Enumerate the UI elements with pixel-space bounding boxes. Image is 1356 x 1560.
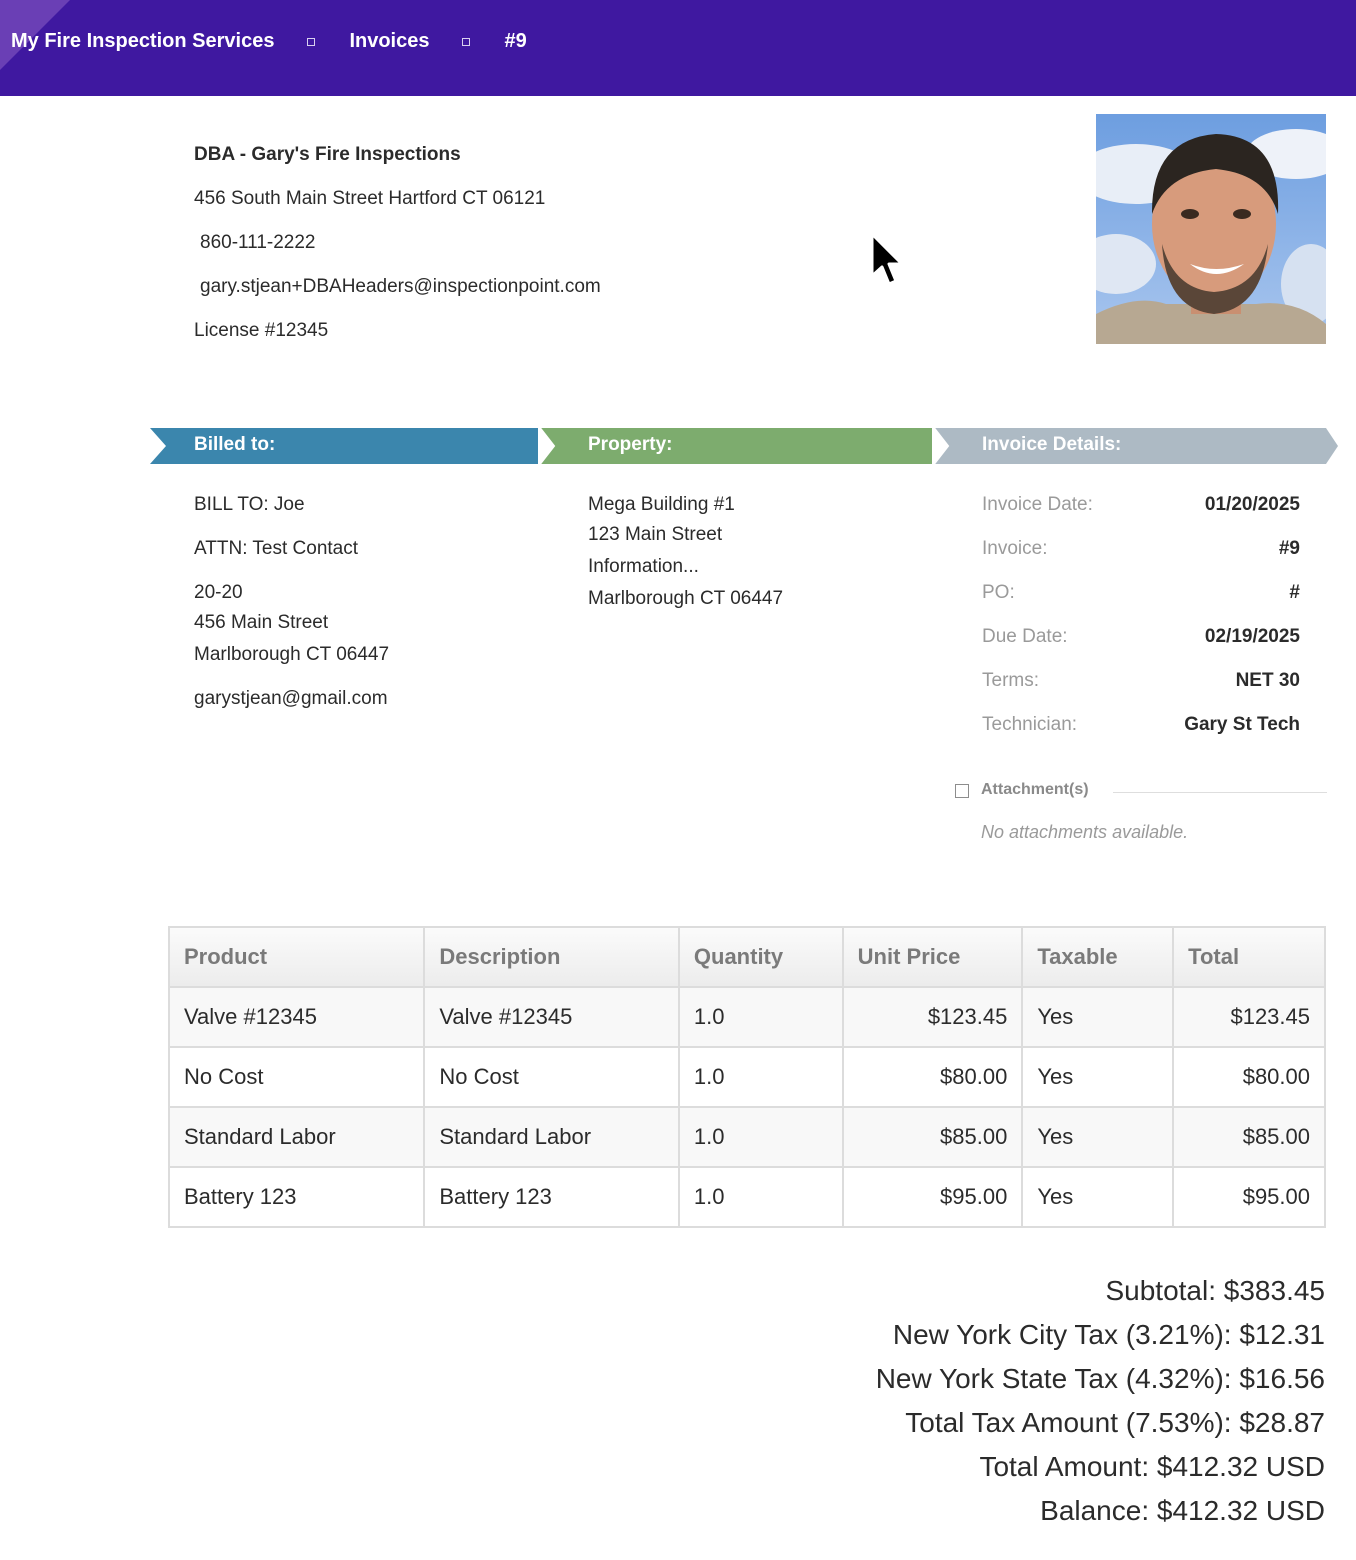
table-row: Battery 123 Battery 123 1.0 $95.00 Yes $… bbox=[167, 1166, 1326, 1228]
bill-to-line3: Marlborough CT 06447 bbox=[194, 644, 390, 665]
top-bar: My Fire Inspection Services Invoices #9 bbox=[0, 0, 1356, 96]
property-heading: Property: bbox=[588, 434, 673, 455]
attachments-title: Attachment(s) bbox=[981, 781, 1089, 798]
cell-unit-price: $85.00 bbox=[841, 1106, 1024, 1168]
attachments-checkbox[interactable] bbox=[955, 784, 969, 798]
cell-total: $95.00 bbox=[1172, 1166, 1326, 1228]
column-header-product[interactable]: Product bbox=[167, 926, 426, 988]
cell-quantity: 1.0 bbox=[677, 1046, 844, 1108]
column-header-quantity[interactable]: Quantity bbox=[677, 926, 844, 988]
cell-total: $80.00 bbox=[1172, 1046, 1326, 1108]
detail-value: # bbox=[1289, 582, 1300, 603]
detail-label: PO: bbox=[982, 582, 1015, 603]
bill-to-email[interactable]: garystjean@gmail.com bbox=[194, 688, 388, 710]
company-address: 456 South Main Street Hartford CT 06121 bbox=[194, 188, 546, 209]
cell-quantity: 1.0 bbox=[677, 1166, 844, 1228]
table-row: Valve #12345 Valve #12345 1.0 $123.45 Ye… bbox=[167, 986, 1326, 1048]
detail-label: Invoice: bbox=[982, 538, 1048, 559]
detail-label: Invoice Date: bbox=[982, 494, 1093, 515]
detail-value: 02/19/2025 bbox=[1204, 626, 1300, 647]
cell-product: No Cost bbox=[167, 1046, 426, 1108]
cell-unit-price: $123.45 bbox=[841, 986, 1024, 1048]
cell-total: $123.45 bbox=[1172, 986, 1326, 1048]
breadcrumb-separator-icon bbox=[462, 37, 471, 46]
bill-to-attn: ATTN: Test Contact bbox=[194, 538, 359, 559]
cell-product: Battery 123 bbox=[167, 1166, 426, 1228]
column-header-unit-price[interactable]: Unit Price bbox=[841, 926, 1024, 988]
cell-description: Valve #12345 bbox=[423, 986, 680, 1048]
totals-summary: Subtotal: $383.45 New York City Tax (3.2… bbox=[876, 1274, 1325, 1538]
property-line4: Marlborough CT 06447 bbox=[588, 588, 784, 609]
detail-value: #9 bbox=[1278, 538, 1300, 559]
property-line1: Mega Building #1 bbox=[588, 494, 735, 515]
cell-product: Standard Labor bbox=[167, 1106, 426, 1168]
detail-value: NET 30 bbox=[1235, 670, 1300, 691]
detail-value: 01/20/2025 bbox=[1204, 494, 1300, 515]
detail-row-technician: Technician: Gary St Tech bbox=[982, 714, 1300, 738]
table-row: No Cost No Cost 1.0 $80.00 Yes $80.00 bbox=[167, 1046, 1326, 1108]
cell-description: Battery 123 bbox=[423, 1166, 680, 1228]
column-header-description[interactable]: Description bbox=[423, 926, 680, 988]
bill-to-line1: 20-20 bbox=[194, 582, 243, 603]
cell-description: No Cost bbox=[423, 1046, 680, 1108]
total-amount: Total Amount: $412.32 USD bbox=[979, 1451, 1325, 1482]
bill-to-name: BILL TO: Joe bbox=[194, 494, 305, 515]
company-name: DBA - Gary's Fire Inspections bbox=[194, 144, 461, 165]
company-email[interactable]: gary.stjean+DBAHeaders@inspectionpoint.c… bbox=[200, 276, 601, 298]
technician-photo bbox=[1096, 114, 1326, 344]
breadcrumb-home[interactable]: My Fire Inspection Services bbox=[11, 30, 274, 53]
detail-row-invoice: Invoice: #9 bbox=[982, 538, 1300, 562]
billed-to-ribbon: Billed to: bbox=[150, 428, 540, 464]
cell-unit-price: $80.00 bbox=[841, 1046, 1024, 1108]
detail-row-due-date: Due Date: 02/19/2025 bbox=[982, 626, 1300, 650]
detail-row-invoice-date: Invoice Date: 01/20/2025 bbox=[982, 494, 1300, 518]
table-row: Standard Labor Standard Labor 1.0 $85.00… bbox=[167, 1106, 1326, 1168]
line-items-table: Product Description Quantity Unit Price … bbox=[167, 926, 1326, 1228]
breadcrumb-invoices[interactable]: Invoices bbox=[349, 30, 429, 53]
invoice-details-ribbon: Invoice Details: bbox=[932, 428, 1338, 464]
detail-row-po: PO: # bbox=[982, 582, 1300, 606]
attachments-divider bbox=[1113, 792, 1327, 793]
cell-product: Valve #12345 bbox=[167, 986, 426, 1048]
property-ribbon: Property: bbox=[538, 428, 934, 464]
billed-to-heading: Billed to: bbox=[194, 434, 276, 455]
cell-taxable: Yes bbox=[1021, 1166, 1175, 1228]
breadcrumb: My Fire Inspection Services Invoices #9 bbox=[11, 30, 527, 53]
detail-label: Technician: bbox=[982, 714, 1078, 735]
balance: Balance: $412.32 USD bbox=[1040, 1495, 1325, 1526]
company-phone: 860-111-2222 bbox=[200, 232, 316, 253]
cell-taxable: Yes bbox=[1021, 1106, 1175, 1168]
bill-to-line2: 456 Main Street bbox=[194, 612, 329, 633]
column-header-total[interactable]: Total bbox=[1172, 926, 1326, 988]
cell-unit-price: $95.00 bbox=[841, 1166, 1024, 1228]
table-header-row: Product Description Quantity Unit Price … bbox=[167, 926, 1326, 988]
detail-label: Due Date: bbox=[982, 626, 1068, 647]
total-tax: Total Tax Amount (7.53%): $28.87 bbox=[905, 1407, 1325, 1438]
detail-value: Gary St Tech bbox=[1184, 714, 1300, 735]
property-line2: 123 Main Street bbox=[588, 524, 723, 545]
invoice-details-heading: Invoice Details: bbox=[982, 434, 1122, 455]
mouse-cursor-icon bbox=[868, 230, 908, 295]
property-line3: Information... bbox=[588, 556, 699, 577]
attachments-empty-message: No attachments available. bbox=[981, 822, 1189, 842]
detail-row-terms: Terms: NET 30 bbox=[982, 670, 1300, 694]
cell-taxable: Yes bbox=[1021, 1046, 1175, 1108]
cell-quantity: 1.0 bbox=[677, 1106, 844, 1168]
company-license: License #12345 bbox=[194, 320, 329, 341]
cell-description: Standard Labor bbox=[423, 1106, 680, 1168]
detail-label: Terms: bbox=[982, 670, 1039, 691]
breadcrumb-separator-icon bbox=[307, 37, 316, 46]
column-header-taxable[interactable]: Taxable bbox=[1021, 926, 1175, 988]
cell-quantity: 1.0 bbox=[677, 986, 844, 1048]
nyc-tax: New York City Tax (3.21%): $12.31 bbox=[892, 1319, 1325, 1350]
subtotal: Subtotal: $383.45 bbox=[1105, 1275, 1325, 1306]
breadcrumb-current: #9 bbox=[504, 30, 527, 52]
nys-tax: New York State Tax (4.32%): $16.56 bbox=[875, 1363, 1325, 1394]
cell-taxable: Yes bbox=[1021, 986, 1175, 1048]
cell-total: $85.00 bbox=[1172, 1106, 1326, 1168]
